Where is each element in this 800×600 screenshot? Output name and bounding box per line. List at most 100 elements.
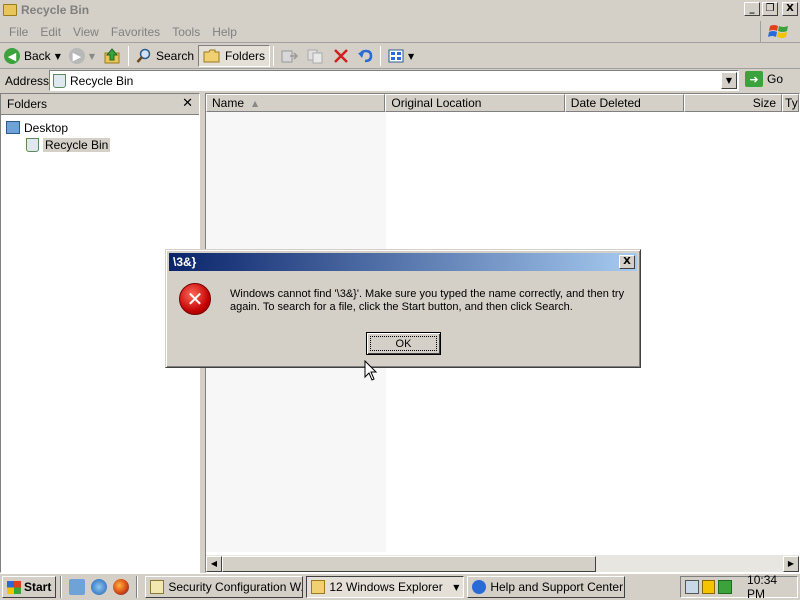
back-arrow-icon: ◀ xyxy=(4,48,20,64)
search-label: Search xyxy=(156,49,195,63)
ok-label: OK xyxy=(370,336,437,351)
safely-remove-hardware-icon[interactable] xyxy=(718,580,733,594)
up-folder-button[interactable] xyxy=(99,45,125,67)
move-to-button[interactable] xyxy=(277,45,303,67)
menu-view[interactable]: View xyxy=(67,25,105,39)
close-folders-pane-icon[interactable]: ✕ xyxy=(182,96,193,111)
clock[interactable]: 10:34 PM xyxy=(747,573,797,600)
recycle-bin-icon xyxy=(53,73,66,88)
go-button[interactable]: ➜ Go xyxy=(745,71,783,87)
task-label: 12 Windows Explorer xyxy=(329,580,443,594)
task-security-configuration[interactable]: Security Configuration W... xyxy=(145,576,304,598)
taskbar: Start Security Configuration W... 12 Win… xyxy=(0,573,800,600)
column-header-label: Name xyxy=(212,96,245,110)
menu-edit[interactable]: Edit xyxy=(34,25,67,39)
internet-explorer-icon[interactable] xyxy=(91,579,108,595)
menu-help[interactable]: Help xyxy=(206,25,243,39)
folders-label: Folders xyxy=(225,49,266,63)
folders-button[interactable]: Folders xyxy=(198,45,271,67)
forward-button[interactable]: ▶ ▼ xyxy=(65,45,99,67)
tree-item-recycle-bin[interactable]: Recycle Bin xyxy=(26,136,199,153)
address-value: Recycle Bin xyxy=(70,73,134,88)
menu-file[interactable]: File xyxy=(3,25,34,39)
undo-button[interactable] xyxy=(353,45,377,67)
delete-button[interactable] xyxy=(329,45,353,67)
taskbar-divider xyxy=(136,576,139,598)
views-button[interactable]: ▼ xyxy=(384,45,418,67)
network-icon[interactable] xyxy=(685,580,699,594)
tree-item-desktop[interactable]: Desktop xyxy=(6,119,199,136)
go-arrow-icon: ➜ xyxy=(745,71,763,87)
restore-button[interactable]: ❐ xyxy=(762,2,778,16)
search-icon xyxy=(136,48,151,63)
column-header-label: Size xyxy=(752,96,777,110)
recycle-bin-icon xyxy=(26,137,39,152)
close-button[interactable]: X xyxy=(782,2,798,16)
mouse-cursor-icon xyxy=(364,360,378,381)
firefox-icon[interactable] xyxy=(113,579,130,595)
folders-header: Folders ✕ xyxy=(1,94,199,115)
scroll-thumb[interactable] xyxy=(222,555,596,572)
folder-icon xyxy=(3,3,17,16)
security-alert-icon[interactable] xyxy=(701,580,716,594)
window-title: Recycle Bin xyxy=(21,2,90,17)
windows-logo-icon xyxy=(760,21,796,43)
folders-title: Folders xyxy=(7,97,48,111)
dialog-titlebar[interactable]: \3&} X xyxy=(169,253,637,271)
forward-arrow-icon: ▶ xyxy=(68,48,85,64)
back-button[interactable]: ◀ Back ▼ xyxy=(0,45,65,67)
security-config-icon xyxy=(150,580,165,594)
delete-x-icon xyxy=(334,49,348,63)
search-button[interactable]: Search xyxy=(132,45,198,67)
views-icon xyxy=(388,49,404,63)
task-label: Help and Support Center xyxy=(490,580,624,594)
move-to-icon xyxy=(281,50,299,63)
scroll-right-icon[interactable]: ▶ xyxy=(783,555,799,572)
tree-item-label: Recycle Bin xyxy=(43,137,111,152)
chevron-down-icon[interactable]: ▼ xyxy=(55,52,61,61)
help-icon xyxy=(472,580,487,594)
task-windows-explorer-group[interactable]: 12 Windows Explorer ▼ xyxy=(306,576,465,598)
menu-tools[interactable]: Tools xyxy=(166,25,206,39)
error-dialog: \3&} X ✕ Windows cannot find '\3&}'. Mak… xyxy=(165,249,641,368)
address-input[interactable]: Recycle Bin ▼ xyxy=(49,70,739,91)
column-header-label: Original Location xyxy=(391,96,482,110)
column-header-size[interactable]: Size xyxy=(684,94,783,112)
column-headers: Name ▲ Original Location Date Deleted Si… xyxy=(206,94,799,112)
column-header-label: Date Deleted xyxy=(570,96,641,110)
start-button[interactable]: Start xyxy=(2,576,57,598)
dialog-close-button[interactable]: X xyxy=(619,255,635,269)
task-help-and-support[interactable]: Help and Support Center xyxy=(467,576,626,598)
copy-to-icon xyxy=(307,49,323,64)
address-bar: Address Recycle Bin ▼ ➜ Go xyxy=(0,70,800,91)
sort-ascending-icon: ▲ xyxy=(252,98,259,108)
up-folder-icon xyxy=(104,48,120,64)
folder-icon xyxy=(203,49,220,63)
chevron-down-icon[interactable]: ▼ xyxy=(89,52,95,61)
scroll-left-icon[interactable]: ◀ xyxy=(206,555,222,572)
column-header-original-location[interactable]: Original Location xyxy=(385,94,565,112)
copy-to-button[interactable] xyxy=(303,45,329,67)
horizontal-scrollbar[interactable]: ◀ ▶ xyxy=(206,555,799,572)
undo-icon xyxy=(358,49,373,63)
window-titlebar[interactable]: Recycle Bin _ ❐ X xyxy=(0,0,800,19)
chevron-down-icon: ▼ xyxy=(453,582,460,592)
system-tray: 10:34 PM xyxy=(680,573,798,600)
ok-button[interactable]: OK xyxy=(366,332,441,355)
show-desktop-icon[interactable] xyxy=(69,579,86,595)
go-label: Go xyxy=(767,72,784,86)
column-header-name[interactable]: Name ▲ xyxy=(206,94,386,112)
minimize-button[interactable]: _ xyxy=(744,2,760,16)
menu-favorites[interactable]: Favorites xyxy=(105,25,166,39)
error-icon: ✕ xyxy=(179,283,211,315)
toolbar-separator xyxy=(380,46,382,66)
standard-toolbar: ◀ Back ▼ ▶ ▼ Search Folders ▼ xyxy=(0,44,800,69)
column-header-label: Ty xyxy=(785,96,798,110)
toolbar-separator xyxy=(273,46,275,66)
task-label: Security Configuration W... xyxy=(168,580,304,594)
address-dropdown-button[interactable]: ▼ xyxy=(721,72,737,89)
column-header-date-deleted[interactable]: Date Deleted xyxy=(564,94,685,112)
dialog-message: Windows cannot find '\3&}'. Make sure yo… xyxy=(230,288,625,313)
start-label: Start xyxy=(24,580,52,594)
column-header-type[interactable]: Ty xyxy=(782,94,799,112)
